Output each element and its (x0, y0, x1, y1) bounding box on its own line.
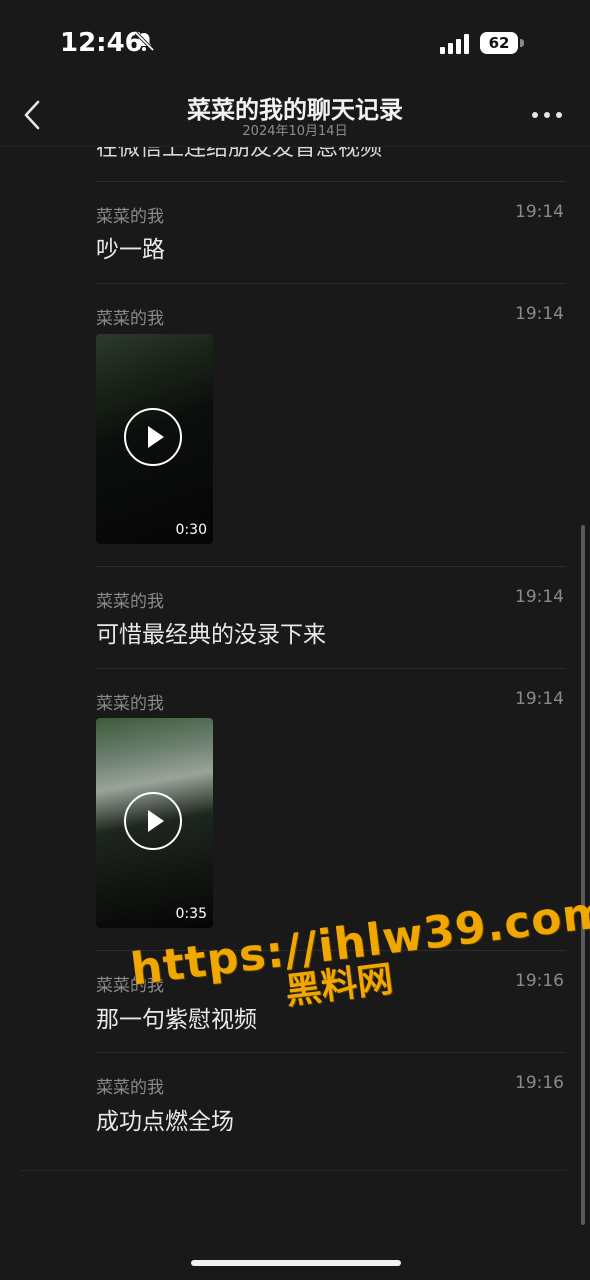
play-icon[interactable] (124, 408, 182, 466)
scrollbar[interactable] (581, 525, 585, 1225)
message-time: 19:14 (515, 304, 564, 324)
message-time: 19:14 (515, 689, 564, 709)
sender-name: 菜菜的我 (96, 592, 164, 612)
message-text: 吵一路 (96, 237, 165, 263)
home-indicator[interactable] (191, 1260, 401, 1266)
message-time: 19:16 (515, 971, 564, 991)
divider (96, 181, 566, 182)
page-subtitle: 2024年10月14日 (242, 124, 348, 139)
divider (96, 668, 566, 669)
sender-name: 菜菜的我 (96, 1078, 164, 1098)
signal-icon (440, 34, 469, 54)
sender-name: 菜菜的我 (96, 207, 164, 227)
battery-icon: 62 (480, 32, 526, 56)
divider (20, 1170, 566, 1171)
video-thumbnail[interactable]: 0:30 (96, 334, 213, 544)
video-duration: 0:30 (175, 522, 207, 538)
divider (96, 283, 566, 284)
message-text: 那一句紫慰视频 (96, 1007, 257, 1033)
play-icon[interactable] (124, 792, 182, 850)
message-text: 成功点燃全场 (96, 1109, 234, 1135)
message-time: 19:14 (515, 587, 564, 607)
status-time: 12:46 (60, 28, 143, 58)
bell-muted-icon (134, 31, 155, 52)
sender-name: 菜菜的我 (96, 694, 164, 714)
divider (96, 566, 566, 567)
divider (96, 1052, 566, 1053)
video-duration: 0:35 (175, 906, 207, 922)
message-time: 19:16 (515, 1073, 564, 1093)
message-time: 19:14 (515, 202, 564, 222)
battery-level: 62 (480, 32, 518, 54)
nav-bar: 菜菜的我的聊天记录 2024年10月14日 (0, 88, 590, 147)
status-bar: 12:46 62 (0, 0, 590, 88)
sender-name: 菜菜的我 (96, 309, 164, 329)
more-options-icon[interactable] (532, 112, 564, 120)
video-thumbnail[interactable]: 0:35 (96, 718, 213, 928)
chat-history-list[interactable]: 在微信上连结朋友发音息视频 菜菜的我 19:14 吵一路 菜菜的我 19:14 … (0, 120, 590, 1220)
message-text: 可惜最经典的没录下来 (96, 622, 326, 648)
